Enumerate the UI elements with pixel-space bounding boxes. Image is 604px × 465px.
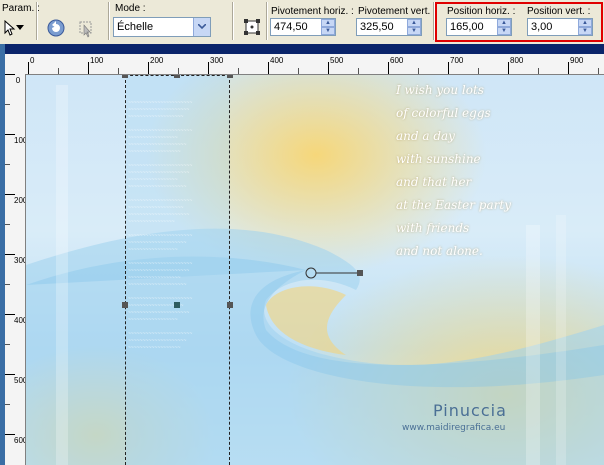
spin-down-icon[interactable]: ▼	[578, 27, 592, 35]
spin-up-icon[interactable]: ▲	[321, 19, 335, 27]
chevron-down-icon[interactable]	[193, 18, 210, 36]
vertical-ruler-ticks	[5, 74, 15, 435]
pivot-h-value: 474,50	[274, 21, 308, 33]
center-handle[interactable]	[174, 302, 180, 308]
reset-icon[interactable]	[44, 16, 68, 40]
mode-label: Mode :	[115, 3, 146, 14]
corner-handle-top-right[interactable]	[227, 75, 233, 78]
mode-select[interactable]: Échelle	[113, 17, 211, 37]
poem-line: with sunshine	[396, 152, 481, 166]
image-workspace: 0 100 200 300 400 500 600 700 800 900 0 …	[0, 44, 604, 465]
ruler-v-label: 300	[14, 256, 25, 265]
rotation-handle[interactable]	[304, 265, 374, 281]
poem-line: and a day	[396, 129, 455, 143]
spin-up-icon[interactable]: ▲	[578, 19, 592, 27]
pos-h-field[interactable]: 165,00 ▲ ▼	[446, 18, 512, 36]
poem-line: and not alone.	[396, 244, 483, 258]
pos-h-label: Position horiz. :	[447, 6, 516, 17]
pivot-h-field[interactable]: 474,50 ▲ ▼	[270, 18, 336, 36]
ruler-h-label: 300	[210, 56, 224, 65]
watermark-name: Pinuccia	[433, 401, 507, 420]
transform-select-icon[interactable]	[74, 16, 98, 40]
poem-line: with friends	[396, 221, 470, 235]
poem-line: and that her	[396, 175, 472, 189]
spin-up-icon[interactable]: ▲	[407, 19, 421, 27]
poem-line: I wish you lots	[396, 83, 484, 97]
ruler-h-label: 700	[450, 56, 464, 65]
ruler-h-label: 500	[330, 56, 344, 65]
poem-line: of colorful eggs	[396, 106, 491, 120]
ruler-h-label: 200	[150, 56, 164, 65]
ruler-v-label: 200	[14, 196, 25, 205]
corner-handle-top-left[interactable]	[122, 75, 128, 78]
pos-h-value: 165,00	[450, 21, 484, 33]
pos-v-value: 3,00	[531, 21, 553, 33]
pivot-h-label: Pivotement horiz. :	[271, 6, 354, 17]
tool-options-bar: Param. : Mode : Échelle Pivotement horiz…	[0, 0, 604, 45]
spin-down-icon[interactable]: ▼	[407, 27, 421, 35]
pivot-v-label: Pivotement vert. :	[358, 6, 436, 17]
spin-down-icon[interactable]: ▼	[497, 27, 511, 35]
image-window-title-bar[interactable]	[5, 44, 604, 54]
pos-v-field[interactable]: 3,00 ▲ ▼	[527, 18, 593, 36]
ruler-v-label: 100	[14, 136, 25, 145]
edge-handle-left[interactable]	[122, 302, 128, 308]
image-canvas[interactable]: ~~~~~~~~~~~~~~~~~~~~~~ ~~~~~~~~~~~~~~~~~~…	[26, 75, 604, 465]
ruler-h-label: 400	[270, 56, 284, 65]
pivot-center-icon[interactable]	[241, 16, 263, 38]
pivot-v-value: 325,50	[360, 21, 394, 33]
mode-select-value: Échelle	[117, 21, 154, 33]
selection-bounding-box[interactable]	[125, 75, 230, 465]
spin-up-icon[interactable]: ▲	[497, 19, 511, 27]
ruler-corner	[5, 54, 26, 75]
ruler-h-label: 0	[30, 56, 35, 65]
ruler-h-label: 800	[510, 56, 524, 65]
vertical-ruler: 0 100 200 300 400 500 600	[5, 74, 26, 465]
ruler-h-label: 900	[570, 56, 584, 65]
ruler-v-label: 400	[14, 316, 25, 325]
watermark-url: www.maidiregrafica.eu	[402, 423, 506, 433]
ruler-h-label: 600	[390, 56, 404, 65]
presets-label: Param. :	[2, 3, 40, 14]
edge-handle-top[interactable]	[174, 75, 180, 78]
presets-dropdown-icon[interactable]	[14, 18, 26, 38]
ruler-v-label: 500	[14, 376, 25, 385]
pos-v-label: Position vert. :	[527, 6, 591, 17]
horizontal-ruler: 0 100 200 300 400 500 600 700 800 900	[26, 54, 604, 75]
edge-handle-right[interactable]	[227, 302, 233, 308]
pivot-v-field[interactable]: 325,50 ▲ ▼	[356, 18, 422, 36]
spin-down-icon[interactable]: ▼	[321, 27, 335, 35]
ruler-v-label: 600	[14, 436, 25, 445]
ruler-h-label: 100	[90, 56, 104, 65]
ruler-v-label: 0	[15, 76, 21, 85]
poem-line: at the Easter party	[396, 198, 511, 212]
